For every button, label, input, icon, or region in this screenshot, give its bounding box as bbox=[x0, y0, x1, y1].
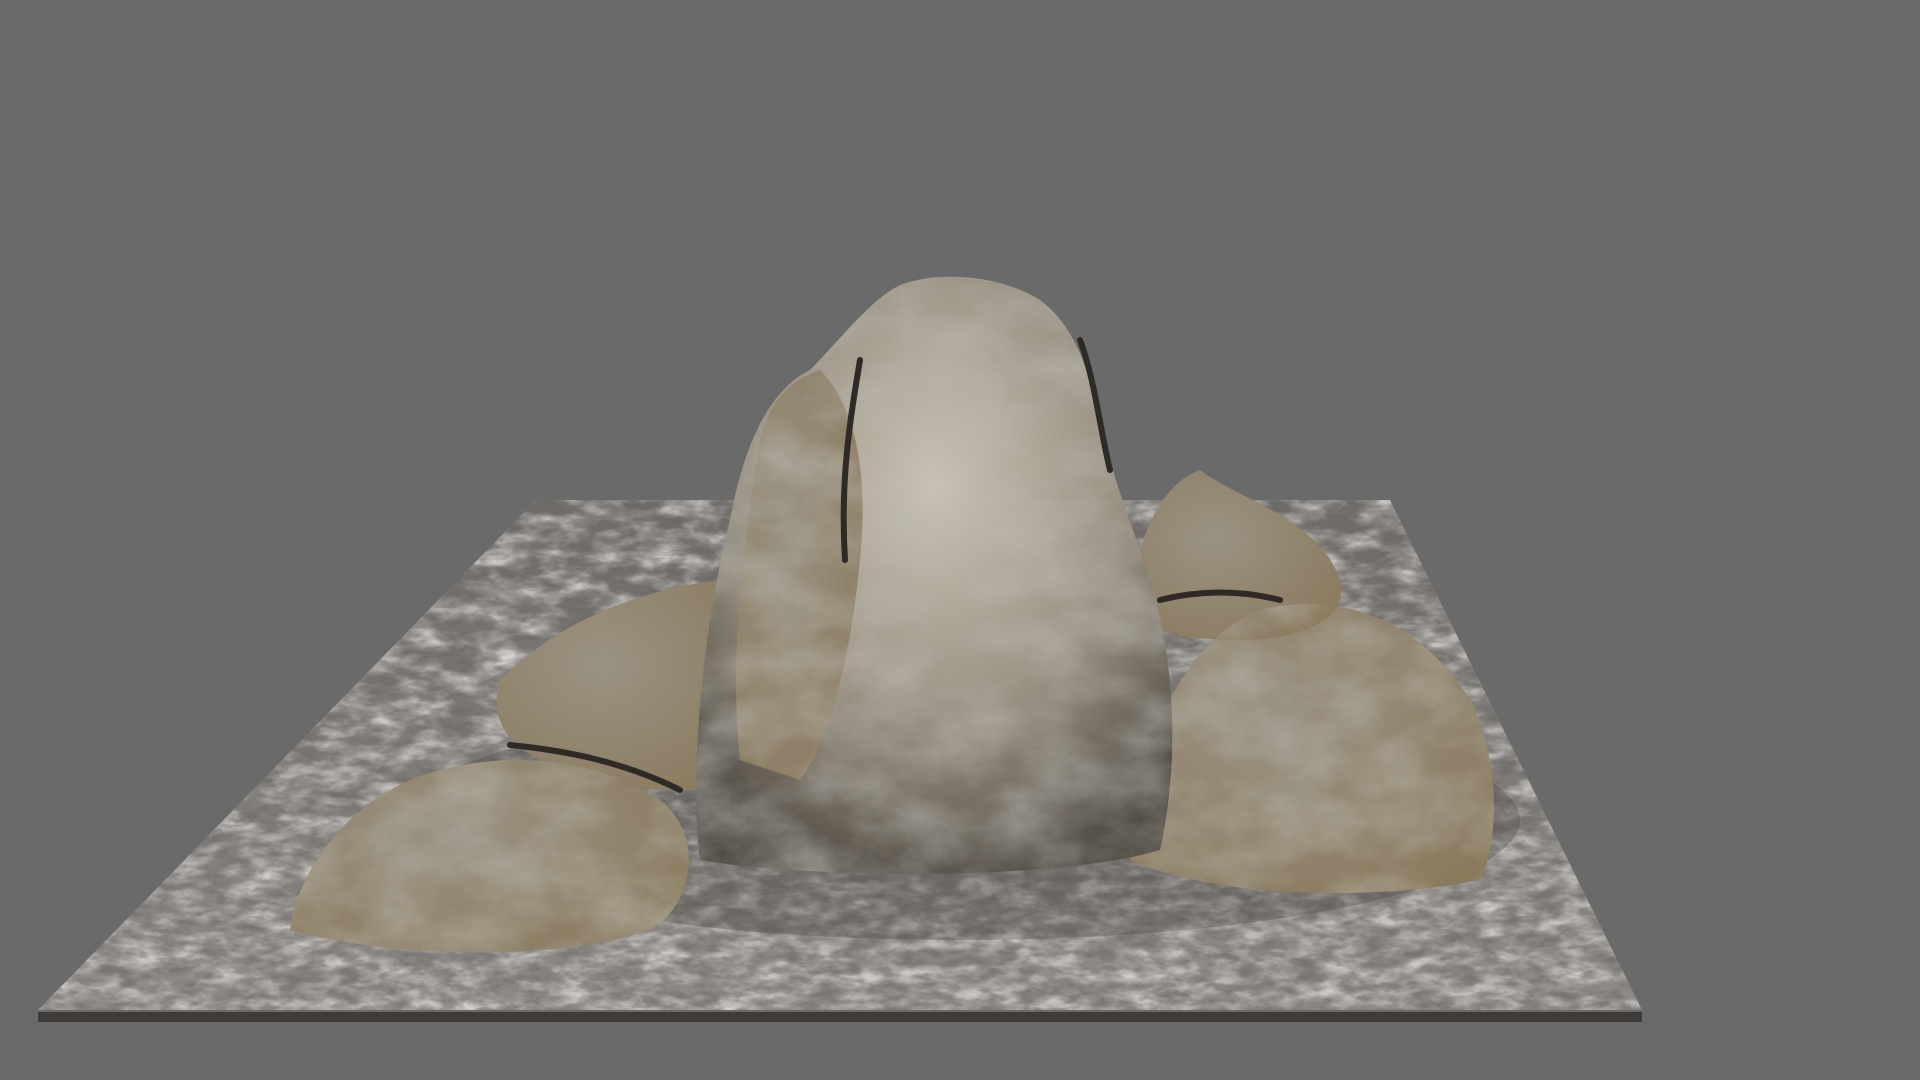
rock-scene bbox=[38, 276, 1642, 1022]
render-viewport bbox=[0, 0, 1920, 1080]
slab-front-edge bbox=[38, 1012, 1642, 1022]
